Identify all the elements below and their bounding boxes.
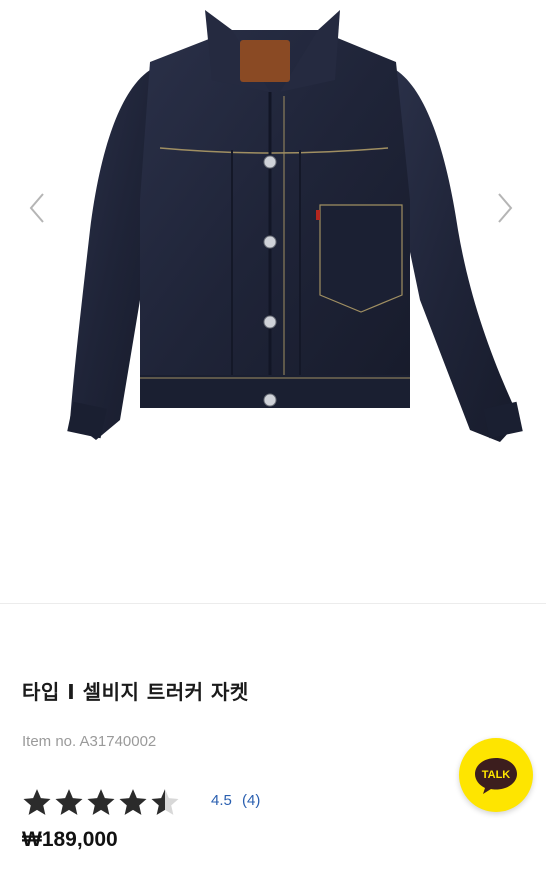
chat-bubble-icon: TALK bbox=[475, 758, 517, 794]
talk-label: TALK bbox=[482, 769, 511, 781]
star-icon bbox=[119, 789, 147, 815]
product-title: 타입 I 셀비지 트러커 자켓 bbox=[22, 680, 249, 704]
rating-stars[interactable] bbox=[22, 786, 182, 818]
item-number: Item no. A31740002 bbox=[22, 733, 157, 750]
gallery-prev-button[interactable] bbox=[22, 190, 52, 226]
star-icon bbox=[23, 789, 51, 815]
rating-value: 4.5 bbox=[211, 792, 232, 809]
chevron-right-icon bbox=[498, 193, 513, 223]
review-count: (4) bbox=[242, 792, 261, 809]
divider bbox=[0, 603, 546, 604]
star-icon bbox=[151, 789, 179, 815]
rating-summary-link[interactable]: 4.5 (4) bbox=[211, 792, 260, 809]
star-icon bbox=[87, 789, 115, 815]
star-icon bbox=[55, 789, 83, 815]
product-gallery[interactable] bbox=[0, 0, 546, 603]
product-image bbox=[67, 10, 523, 442]
kakao-talk-button[interactable]: TALK bbox=[459, 738, 533, 812]
product-price: ₩189,000 bbox=[22, 828, 118, 851]
gallery-next-button[interactable] bbox=[490, 190, 520, 226]
chevron-left-icon bbox=[29, 193, 44, 223]
